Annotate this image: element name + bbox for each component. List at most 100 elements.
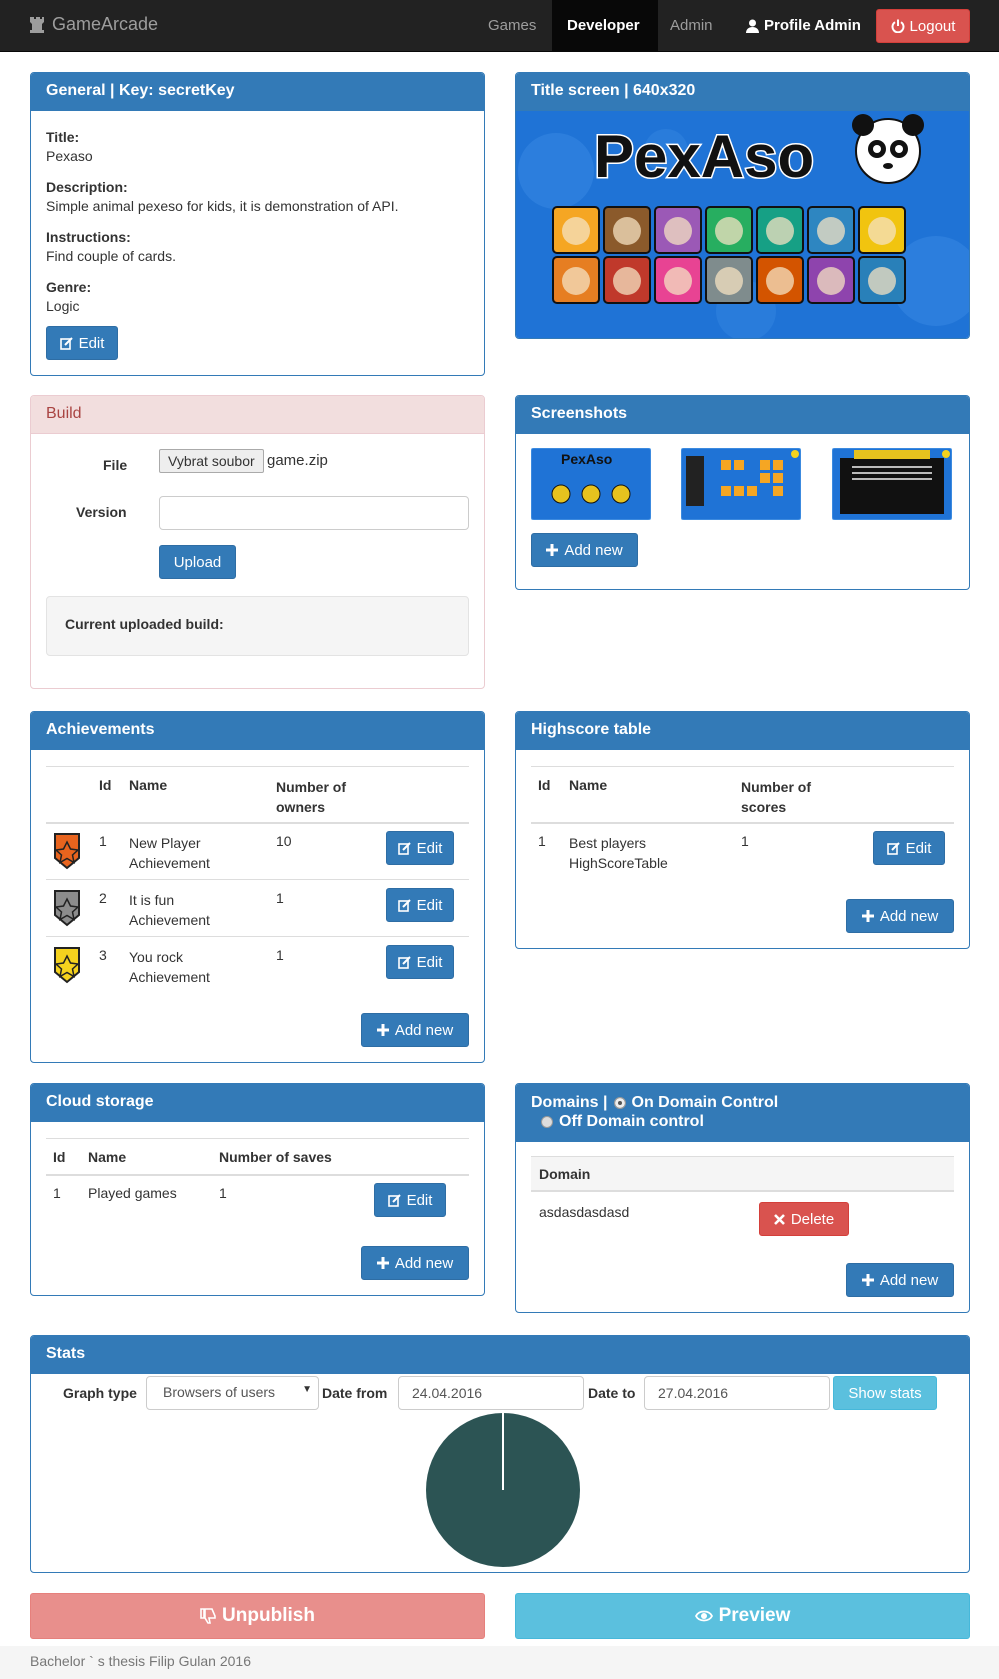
animal-face-icon: [766, 217, 794, 245]
footer: Bachelor ` s thesis Filip Gulan 2016: [0, 1646, 999, 1679]
domains-table-header: Domain: [531, 1156, 954, 1192]
user-icon: [746, 19, 759, 33]
version-input[interactable]: [159, 496, 469, 530]
edit-icon: [397, 898, 411, 912]
ach-row-name: It is fun Achievement: [129, 892, 210, 928]
ach-row-owners: 1: [276, 890, 284, 906]
screenshot-thumb-1[interactable]: PexAso: [531, 448, 651, 520]
domain-row-name: asdasdasdasd: [539, 1204, 630, 1220]
hs-edit-button[interactable]: Edit: [873, 831, 945, 865]
animal-face-icon: [817, 267, 845, 295]
nav-games[interactable]: Games: [473, 0, 551, 51]
hs-row-id: 1: [538, 833, 546, 849]
cloud-edit-button[interactable]: Edit: [374, 1183, 446, 1217]
achievements-panel: Achievements Id Name Number of owners Ad…: [30, 711, 485, 1063]
title-label: Title:: [46, 129, 80, 145]
ach-col-owners: Number of owners: [276, 779, 346, 815]
edit-label: Edit: [416, 953, 443, 971]
domain-delete-button[interactable]: Delete: [759, 1202, 849, 1236]
achievement-badge-icon: [54, 947, 80, 984]
date-from-input[interactable]: [398, 1376, 584, 1410]
achievements-heading: Achievements: [31, 712, 484, 750]
stats-heading: Stats: [31, 1336, 969, 1374]
cloud-heading: Cloud storage: [31, 1084, 484, 1122]
choose-file-button[interactable]: Vybrat soubor: [159, 449, 264, 473]
brand[interactable]: GameArcade: [30, 14, 158, 35]
plus-icon: [861, 910, 874, 922]
cloud-col-name: Name: [88, 1149, 127, 1165]
edit-label: Edit: [905, 839, 932, 857]
ach-row-id: 1: [99, 833, 107, 849]
title-screen-heading: Title screen | 640x320: [516, 73, 969, 111]
ach-edit-button[interactable]: Edit: [386, 945, 454, 979]
preview-button[interactable]: Preview: [515, 1593, 970, 1639]
title-value: Pexaso: [46, 148, 93, 164]
graph-type-value: Browsers of users: [163, 1384, 276, 1400]
logout-label: Logout: [909, 17, 956, 35]
radio-off[interactable]: [541, 1115, 553, 1128]
cloud-row-name: Played games: [88, 1185, 177, 1201]
add-new-label: Add new: [394, 1021, 454, 1039]
edit-icon: [59, 336, 73, 350]
edit-icon: [397, 955, 411, 969]
nav-developer[interactable]: Developer: [552, 0, 658, 51]
rook-icon: [30, 16, 44, 33]
date-from-label: Date from: [322, 1385, 388, 1401]
ach-row-name: New Player Achievement: [129, 835, 210, 871]
domains-add-button[interactable]: Add new: [846, 1263, 954, 1297]
unpublish-label: Unpublish: [222, 1605, 315, 1626]
animal-face-icon: [715, 267, 743, 295]
highscore-add-button[interactable]: Add new: [846, 899, 954, 933]
screenshot-thumb-2[interactable]: [681, 448, 801, 520]
animal-face-icon: [766, 267, 794, 295]
description-value: Simple animal pexeso for kids, it is dem…: [46, 198, 399, 214]
graph-type-select[interactable]: Browsers of users ▼: [146, 1376, 319, 1410]
screenshot-thumb-3[interactable]: [832, 448, 952, 520]
instructions-value: Find couple of cards.: [46, 248, 176, 264]
ach-edit-button[interactable]: Edit: [386, 888, 454, 922]
ach-row-id: 2: [99, 890, 107, 906]
edit-label: Edit: [416, 896, 443, 914]
general-edit-button[interactable]: Edit: [46, 326, 118, 360]
show-stats-button[interactable]: Show stats: [833, 1376, 937, 1410]
screenshots-add-button[interactable]: Add new: [531, 533, 638, 567]
add-new-label: Add new: [879, 907, 939, 925]
preview-label: Preview: [718, 1605, 791, 1626]
domains-title: Domains |: [531, 1094, 608, 1111]
cloud-panel: Cloud storage Id Name Number of saves 1 …: [30, 1083, 485, 1296]
animal-face-icon: [664, 217, 692, 245]
ach-col-name: Name: [129, 777, 168, 793]
achievements-add-button[interactable]: Add new: [361, 1013, 469, 1047]
animal-face-icon: [817, 217, 845, 245]
footer-text: Bachelor ` s thesis Filip Gulan 2016: [30, 1653, 251, 1669]
animal-face-icon: [868, 217, 896, 245]
edit-label: Edit: [416, 839, 443, 857]
unpublish-button[interactable]: Unpublish: [30, 1593, 485, 1639]
current-build-label: Current uploaded build:: [65, 616, 224, 632]
animal-face-icon: [613, 217, 641, 245]
row-divider: [46, 936, 469, 937]
build-panel: Build File Vybrat soubor game.zip Versio…: [30, 395, 485, 689]
achievement-badge-icon: [54, 833, 80, 870]
cloud-row-saves: 1: [219, 1185, 227, 1201]
upload-button[interactable]: Upload: [159, 545, 236, 579]
screenshots-heading: Screenshots: [516, 396, 969, 434]
highscore-heading: Highscore table: [516, 712, 969, 750]
ach-col-id: Id: [99, 777, 112, 793]
radio-on[interactable]: [613, 1096, 626, 1109]
general-panel: General | Key: secretKey Title: Pexaso D…: [30, 72, 485, 376]
title-screen-image[interactable]: PexAso: [516, 111, 969, 339]
achievement-badge-icon: [54, 890, 80, 927]
ach-edit-button[interactable]: Edit: [386, 831, 454, 865]
logout-button[interactable]: Logout: [876, 9, 970, 43]
ach-row-owners: 10: [276, 833, 292, 849]
date-to-input[interactable]: [644, 1376, 830, 1410]
file-name: game.zip: [267, 452, 328, 469]
nav-admin[interactable]: Admin: [655, 0, 728, 51]
cloud-add-button[interactable]: Add new: [361, 1246, 469, 1280]
plus-icon: [546, 544, 559, 556]
cloud-row-id: 1: [53, 1185, 61, 1201]
animal-face-icon: [562, 267, 590, 295]
nav-profile[interactable]: Profile Admin: [731, 0, 876, 51]
ach-row-owners: 1: [276, 947, 284, 963]
